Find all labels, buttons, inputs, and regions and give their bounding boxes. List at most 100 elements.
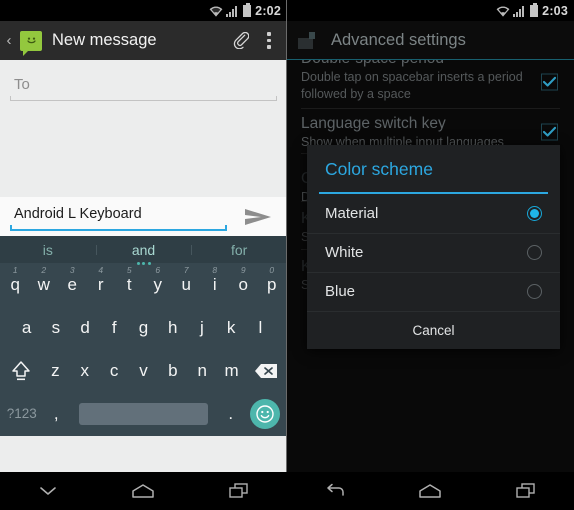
keyboard-dismiss-icon[interactable] bbox=[21, 476, 75, 506]
dialog-option-label: Material bbox=[325, 205, 379, 222]
keyboard-row-4: ?123 , . bbox=[0, 392, 287, 435]
key-hint: 7 bbox=[183, 265, 189, 275]
dialog-actions: Cancel bbox=[307, 311, 560, 349]
key-c[interactable]: c bbox=[99, 349, 128, 392]
key-d[interactable]: d bbox=[70, 306, 99, 349]
wifi-icon bbox=[496, 6, 510, 17]
signal-icon bbox=[226, 6, 240, 17]
dialog-option-blue[interactable]: Blue bbox=[307, 272, 560, 311]
key-f[interactable]: f bbox=[100, 306, 129, 349]
key-label: y bbox=[153, 274, 163, 294]
key-j[interactable]: j bbox=[187, 306, 216, 349]
key-hint: 3 bbox=[69, 265, 75, 275]
key-label: i bbox=[212, 274, 217, 294]
right-panel-settings: 2:03 Advanced settings Double-space peri… bbox=[287, 0, 574, 510]
key-h[interactable]: h bbox=[158, 306, 187, 349]
key-a[interactable]: a bbox=[12, 306, 41, 349]
send-button[interactable] bbox=[235, 200, 281, 234]
signal-icon bbox=[513, 6, 527, 17]
shift-icon[interactable] bbox=[1, 349, 41, 392]
suggestion-2[interactable]: for bbox=[191, 242, 287, 258]
key-g[interactable]: g bbox=[129, 306, 158, 349]
radio-white[interactable] bbox=[527, 245, 542, 260]
key-p[interactable]: 0p bbox=[258, 263, 287, 306]
key-hint: 4 bbox=[98, 265, 104, 275]
color-scheme-dialog: Color scheme Material White Blue Cancel bbox=[307, 145, 560, 349]
key-u[interactable]: 7u bbox=[172, 263, 201, 306]
page-title: Advanced settings bbox=[331, 31, 466, 49]
key-comma[interactable]: , bbox=[43, 392, 70, 435]
key-b[interactable]: b bbox=[158, 349, 187, 392]
navigation-bar-left bbox=[0, 472, 287, 510]
key-l[interactable]: l bbox=[246, 306, 275, 349]
battery-icon bbox=[530, 3, 539, 17]
recipient-field[interactable]: To bbox=[10, 72, 277, 101]
key-y[interactable]: 6y bbox=[144, 263, 173, 306]
key-label: u bbox=[181, 274, 191, 294]
key-n[interactable]: n bbox=[188, 349, 217, 392]
space-key[interactable] bbox=[70, 392, 217, 435]
back-icon[interactable] bbox=[308, 476, 362, 506]
setting-double-space-period[interactable]: Double-space period Double tap on spaceb… bbox=[287, 60, 574, 108]
wifi-icon bbox=[209, 6, 223, 17]
key-e[interactable]: 3e bbox=[58, 263, 87, 306]
dialog-option-white[interactable]: White bbox=[307, 233, 560, 272]
key-s[interactable]: s bbox=[41, 306, 70, 349]
dialog-option-label: Blue bbox=[325, 283, 356, 300]
dialog-option-label: White bbox=[325, 244, 364, 261]
key-hint: 2 bbox=[41, 265, 47, 275]
key-w[interactable]: 2w bbox=[30, 263, 59, 306]
home-icon[interactable] bbox=[116, 476, 170, 506]
checkbox-language-switch-key[interactable] bbox=[541, 123, 558, 141]
key-m[interactable]: m bbox=[217, 349, 246, 392]
key-hint: 6 bbox=[155, 265, 161, 275]
key-x[interactable]: x bbox=[70, 349, 99, 392]
key-hint: 9 bbox=[240, 265, 246, 275]
radio-blue[interactable] bbox=[527, 284, 542, 299]
suggestion-0[interactable]: is bbox=[0, 242, 96, 258]
suggestion-strip: is and for bbox=[0, 236, 287, 265]
suggestion-1[interactable]: and bbox=[95, 242, 192, 265]
key-q[interactable]: 1q bbox=[1, 263, 30, 306]
message-input[interactable]: Android L Keyboard bbox=[10, 203, 235, 231]
symbols-key[interactable]: ?123 bbox=[1, 392, 43, 435]
recents-icon[interactable] bbox=[212, 476, 266, 506]
settings-app-bar: Advanced settings bbox=[287, 21, 574, 60]
overflow-menu-icon[interactable] bbox=[259, 28, 279, 54]
compose-body: To Android L Keyboard bbox=[0, 72, 287, 236]
status-bar: 2:02 bbox=[0, 0, 287, 21]
setting-subtitle: Double tap on spacebar inserts a period … bbox=[301, 70, 523, 101]
key-v[interactable]: v bbox=[129, 349, 158, 392]
radio-material[interactable] bbox=[527, 206, 542, 221]
setting-title: Double-space period bbox=[301, 60, 524, 68]
emoji-icon[interactable] bbox=[244, 392, 286, 435]
checkbox-double-space-period[interactable] bbox=[541, 73, 558, 91]
key-label: t bbox=[126, 274, 132, 294]
key-label: e bbox=[67, 274, 77, 294]
dual-screenshot: 2:02 ‹ New message To Android L Keyboard… bbox=[0, 0, 574, 510]
key-k[interactable]: k bbox=[217, 306, 246, 349]
key-r[interactable]: 4r bbox=[87, 263, 116, 306]
key-hint: 5 bbox=[126, 265, 132, 275]
keyboard-row-2: a s d f g h j k l bbox=[0, 306, 287, 349]
battery-icon bbox=[243, 3, 252, 17]
backspace-icon[interactable] bbox=[246, 349, 286, 392]
key-period[interactable]: . bbox=[217, 392, 244, 435]
status-icon-group bbox=[496, 3, 539, 17]
messaging-icon bbox=[20, 30, 42, 56]
back-chevron-icon[interactable]: ‹ bbox=[4, 33, 14, 48]
recents-icon[interactable] bbox=[499, 476, 553, 506]
key-label: w bbox=[37, 274, 50, 294]
key-o[interactable]: 9o bbox=[229, 263, 258, 306]
status-clock: 2:03 bbox=[542, 3, 568, 18]
home-icon[interactable] bbox=[403, 476, 457, 506]
navigation-bar-right bbox=[287, 472, 574, 510]
app-bar: ‹ New message bbox=[0, 21, 287, 60]
paperclip-icon[interactable] bbox=[227, 28, 253, 54]
cancel-button[interactable]: Cancel bbox=[412, 323, 454, 338]
key-t[interactable]: 5t bbox=[115, 263, 144, 306]
dialog-option-material[interactable]: Material bbox=[307, 194, 560, 233]
key-hint: 0 bbox=[269, 265, 275, 275]
key-i[interactable]: 8i bbox=[201, 263, 230, 306]
key-z[interactable]: z bbox=[41, 349, 70, 392]
